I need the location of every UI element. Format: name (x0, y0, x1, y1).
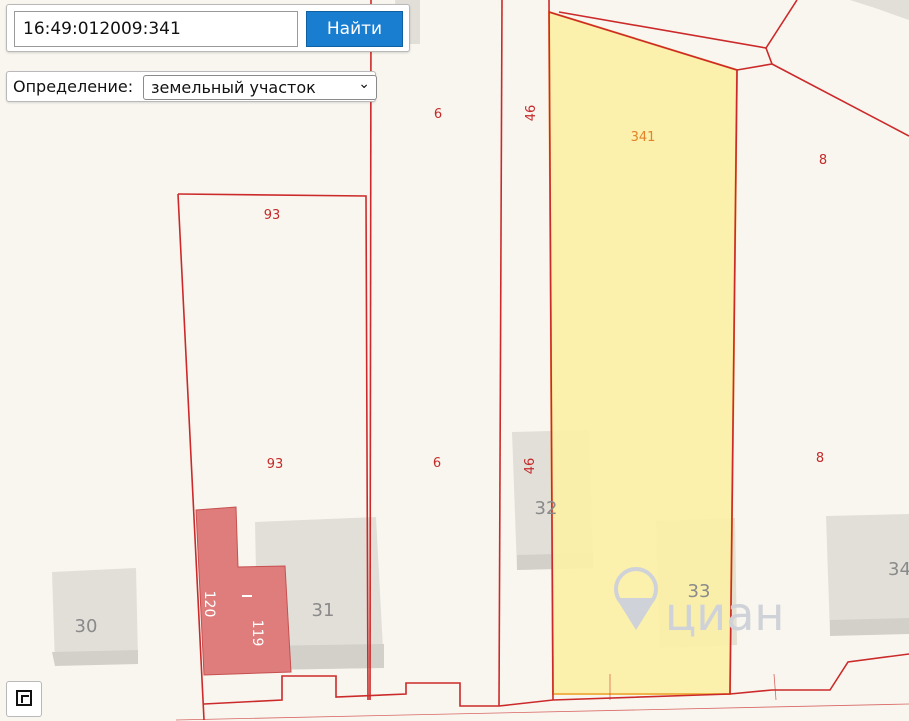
building-label-34: 34 (888, 559, 909, 580)
cadastral-map[interactable]: циан 341 6 6 93 93 8 8 46 46 120 119 30 … (0, 0, 909, 721)
definition-panel: Определение: земельный участок ⌄ (6, 71, 377, 102)
building-label-30: 30 (75, 616, 98, 637)
label-8-mid: 8 (816, 451, 824, 466)
boundary-6-left (369, 0, 372, 701)
definition-label: Определение: (13, 77, 134, 96)
building-label-33: 33 (688, 581, 711, 602)
building-34-shadow (830, 618, 909, 636)
label-120: 120 (201, 591, 217, 618)
measure-tool-button[interactable] (6, 681, 42, 717)
label-341: 341 (631, 130, 656, 145)
building-label-31: 31 (312, 600, 335, 621)
definition-select[interactable]: земельный участок ⌄ (143, 75, 377, 100)
find-button[interactable]: Найти (306, 11, 403, 47)
label-6-mid: 6 (433, 456, 441, 471)
label-119: 119 (249, 620, 265, 647)
watermark-text: циан (665, 587, 784, 641)
label-93-mid: 93 (267, 457, 284, 472)
definition-selected-value: земельный участок (151, 78, 316, 97)
search-panel: Найти (6, 4, 410, 52)
label-46-top: 46 (524, 105, 539, 122)
cadastral-number-input[interactable] (14, 11, 298, 47)
label-46-mid: 46 (523, 458, 538, 475)
label-8-top: 8 (819, 153, 827, 168)
label-6-top: 6 (434, 107, 442, 122)
building-30-shadow (52, 650, 138, 666)
measure-icon (16, 690, 32, 706)
chevron-down-icon: ⌄ (358, 76, 370, 92)
label-93-top: 93 (264, 208, 281, 223)
building-label-32: 32 (535, 498, 558, 519)
